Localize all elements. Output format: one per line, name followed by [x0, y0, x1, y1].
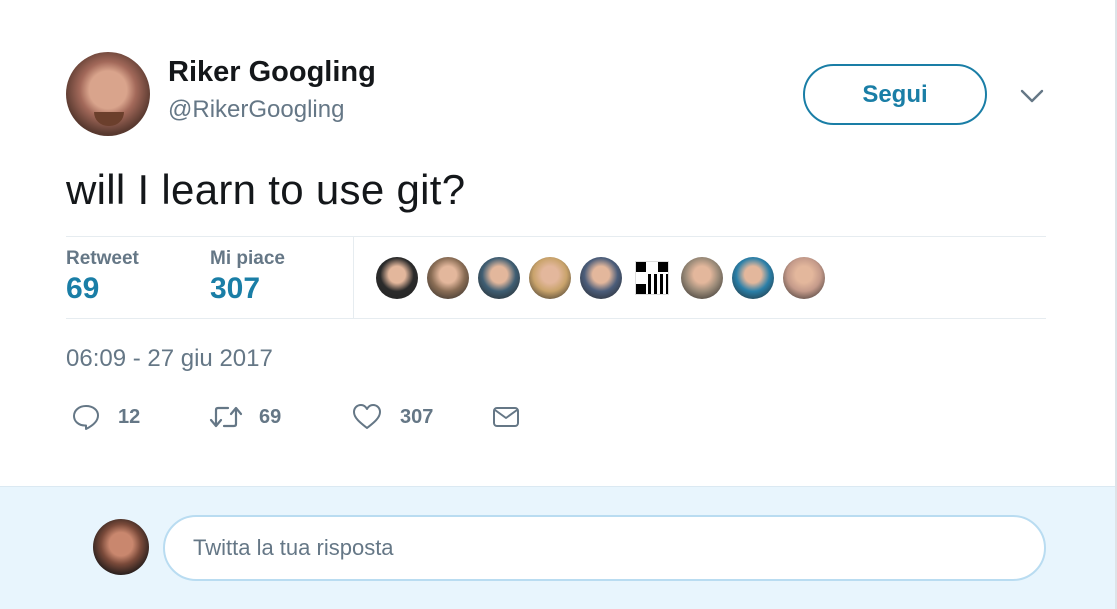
liker-avatar[interactable] [376, 257, 418, 299]
author-display-name[interactable]: Riker Googling [168, 56, 376, 89]
liker-avatar[interactable] [732, 257, 774, 299]
liker-avatar-qr-code-icon[interactable] [635, 261, 669, 295]
stats-bottom-divider [66, 318, 1046, 319]
liker-avatar[interactable] [783, 257, 825, 299]
liker-avatar[interactable] [427, 257, 469, 299]
tweet-text: will I learn to use git? [66, 166, 466, 213]
follow-button[interactable]: Segui [803, 64, 987, 125]
like-action-button[interactable]: 307 [352, 400, 433, 434]
more-options-chevron-down-icon[interactable] [1018, 84, 1046, 108]
retweet-count: 69 [259, 405, 282, 428]
likes-stat-count: 307 [210, 272, 261, 305]
author-handle[interactable]: @RikerGoogling [168, 96, 344, 124]
reply-input[interactable] [163, 515, 1046, 581]
direct-message-button[interactable] [492, 400, 520, 434]
current-user-avatar[interactable] [93, 519, 149, 575]
retweets-stat-count: 69 [66, 272, 100, 305]
retweet-action-button[interactable]: 69 [209, 400, 281, 434]
heart-icon [353, 404, 381, 429]
likes-stat[interactable]: Mi piace 307 [210, 248, 285, 306]
tweet-card: Riker Googling @RikerGoogling Segui will… [0, 0, 1117, 486]
liker-avatar[interactable] [478, 257, 520, 299]
retweets-stat[interactable]: Retweet 69 [66, 248, 139, 306]
stats-top-divider [66, 236, 1046, 237]
liker-avatar[interactable] [580, 257, 622, 299]
envelope-icon [493, 407, 519, 427]
like-count: 307 [400, 405, 434, 428]
reply-area [0, 486, 1117, 609]
retweets-stat-label: Retweet [66, 248, 139, 269]
author-avatar[interactable] [66, 52, 150, 136]
stats-vertical-divider [353, 237, 354, 318]
tweet-timestamp[interactable]: 06:09 - 27 giu 2017 [66, 345, 273, 373]
reply-count: 12 [118, 405, 141, 428]
reply-icon [73, 405, 99, 430]
retweet-icon [209, 406, 243, 428]
liker-avatar[interactable] [529, 257, 571, 299]
reply-action-button[interactable]: 12 [72, 400, 140, 434]
liker-avatar[interactable] [681, 257, 723, 299]
likes-stat-label: Mi piace [210, 248, 285, 269]
